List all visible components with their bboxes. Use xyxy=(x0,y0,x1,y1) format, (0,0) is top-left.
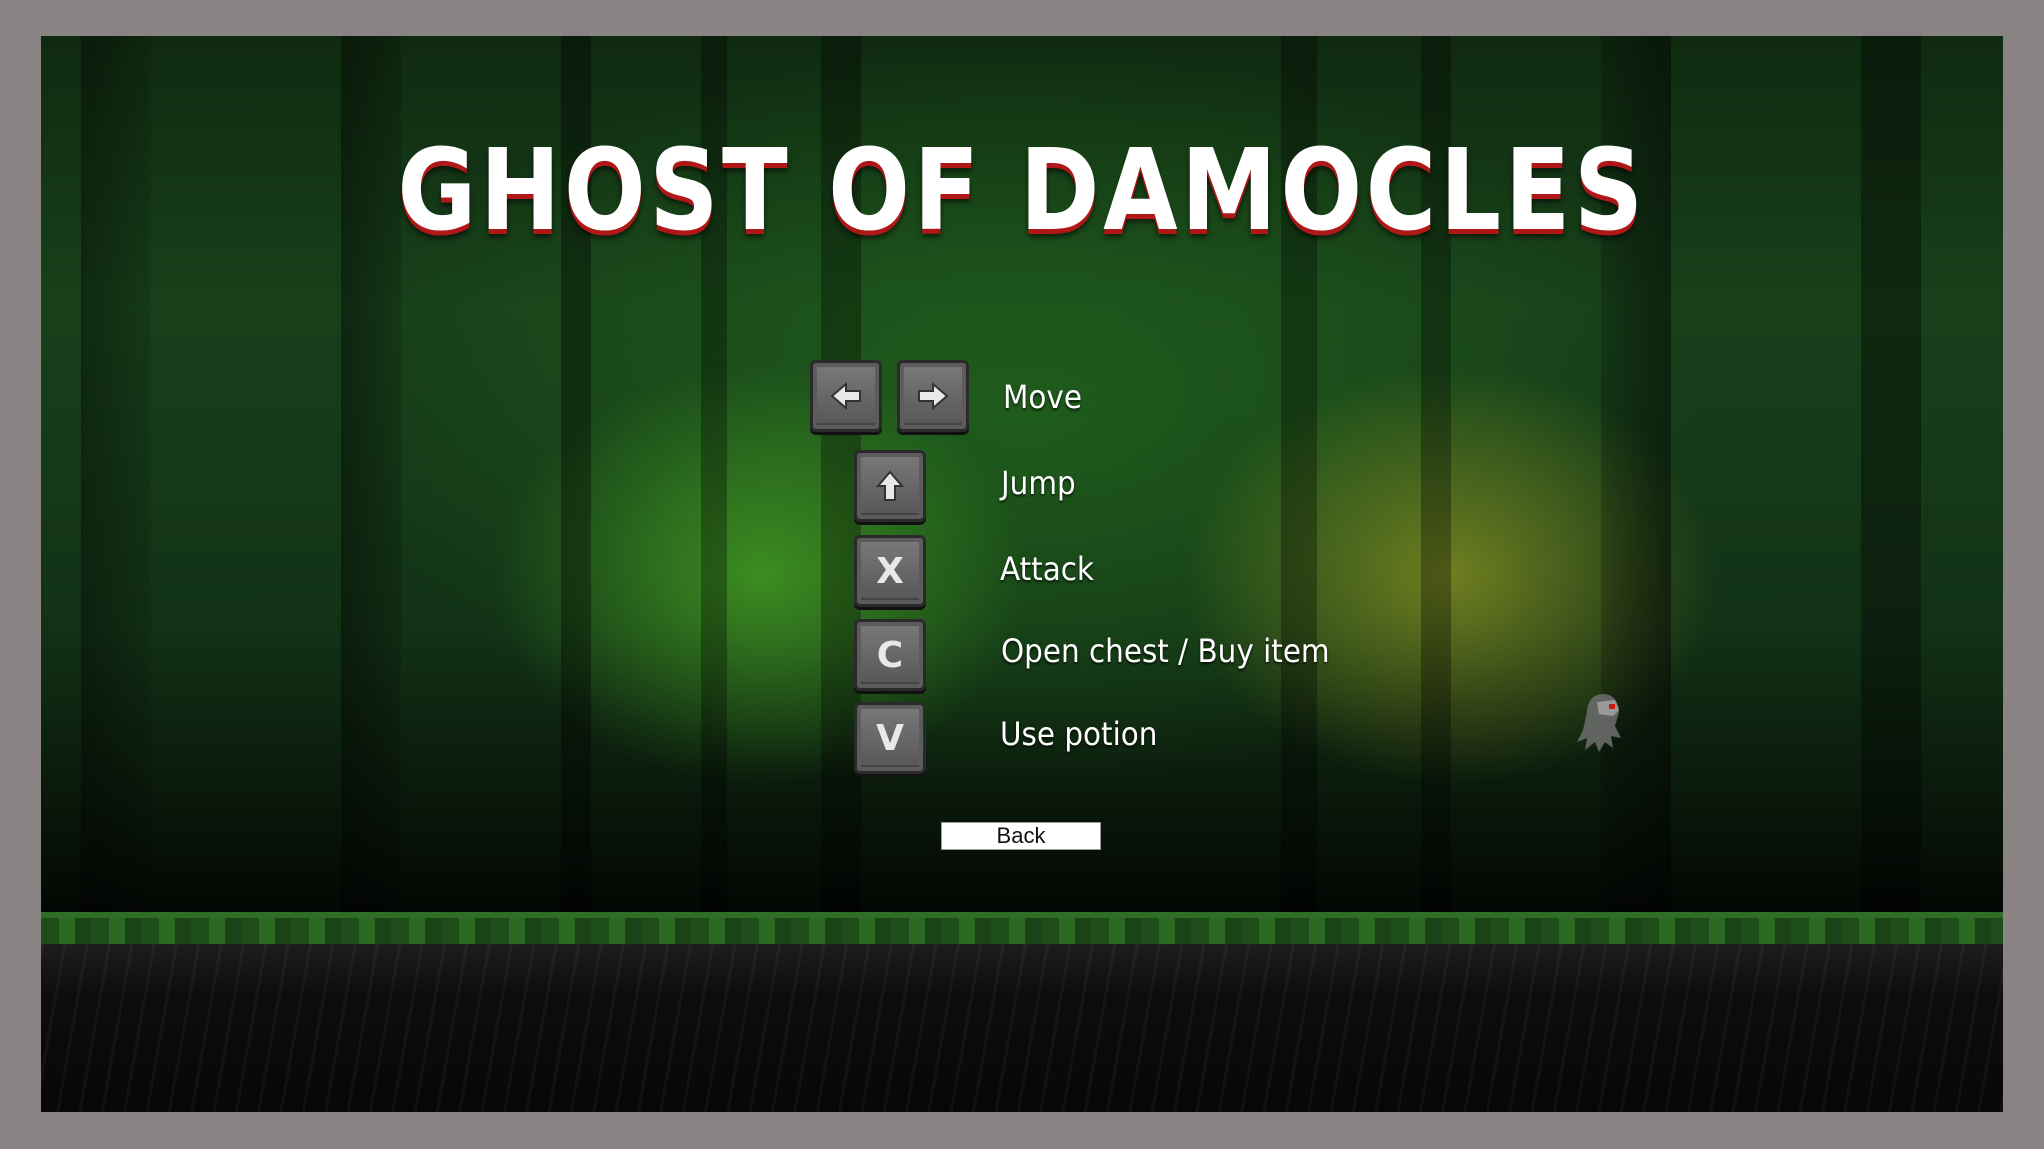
control-label-jump: Jump xyxy=(1001,464,1076,502)
v-key: V xyxy=(854,702,926,774)
up-arrow-key xyxy=(854,450,926,522)
x-key-letter: X xyxy=(876,550,904,592)
game-title: GHOST OF DAMOCLES xyxy=(397,126,1647,256)
control-label-use-potion: Use potion xyxy=(1000,715,1158,753)
tree-trunk xyxy=(81,36,151,916)
back-button[interactable]: Back xyxy=(941,822,1101,850)
left-arrow-key xyxy=(810,360,882,432)
ground-dirt xyxy=(41,944,2003,1112)
right-arrow-icon xyxy=(900,363,966,429)
v-key-letter: V xyxy=(876,717,904,759)
ground-grass xyxy=(41,912,2003,944)
control-label-move: Move xyxy=(1003,378,1082,416)
control-label-open-chest: Open chest / Buy item xyxy=(1001,632,1330,670)
up-arrow-icon xyxy=(857,453,923,519)
left-arrow-icon xyxy=(813,363,879,429)
c-key: C xyxy=(854,619,926,691)
x-key: X xyxy=(854,535,926,607)
right-arrow-key xyxy=(897,360,969,432)
ghost-sprite-icon xyxy=(1575,690,1631,756)
control-label-attack: Attack xyxy=(1000,550,1094,588)
c-key-letter: C xyxy=(876,634,904,676)
